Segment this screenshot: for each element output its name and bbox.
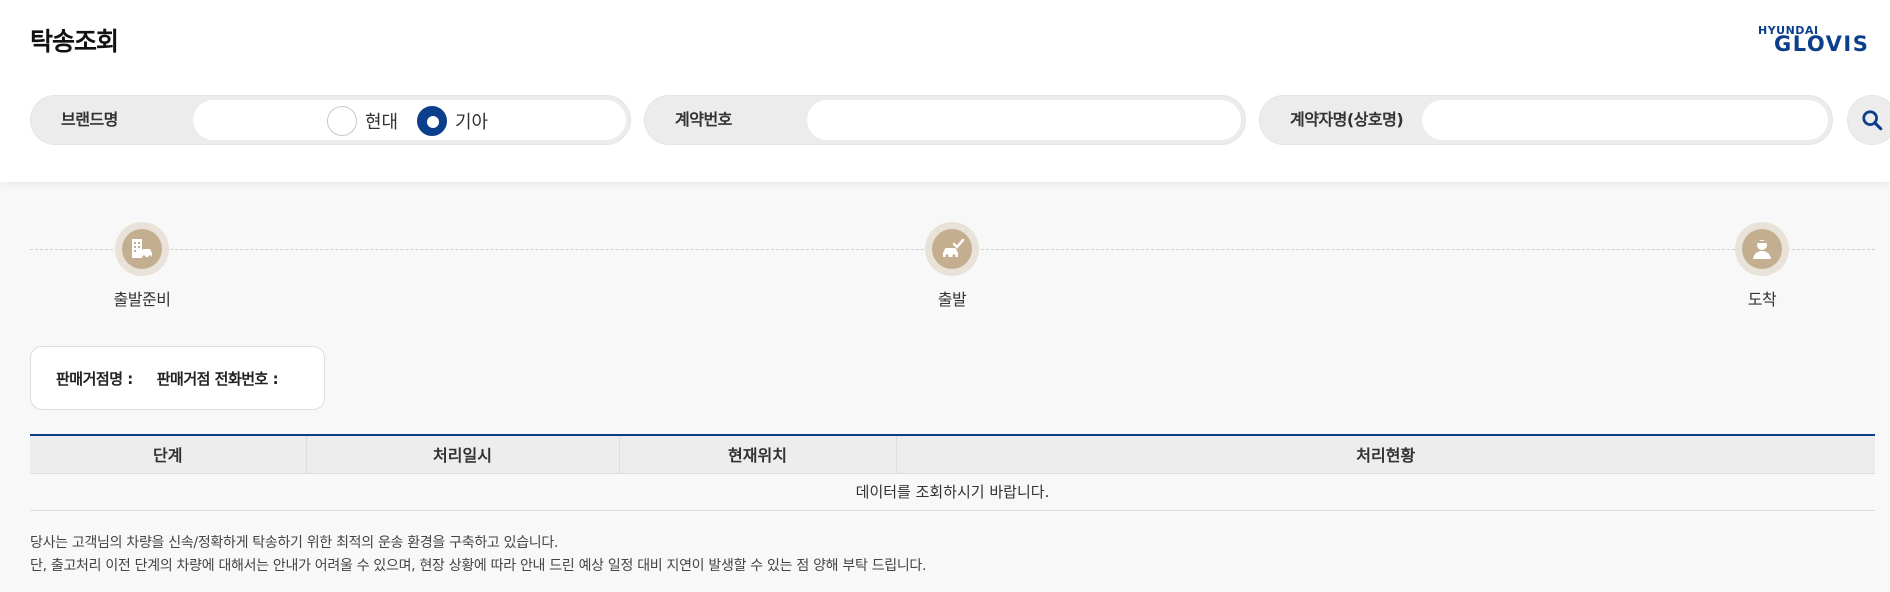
column-header-datetime: 처리일시 xyxy=(305,435,619,474)
search-button[interactable] xyxy=(1847,95,1890,145)
dealer-phone-label: 판매거점 전화번호 : xyxy=(156,369,279,388)
person-icon xyxy=(1735,222,1789,276)
step-ready: 출발준비 xyxy=(72,222,212,310)
step-label: 도착 xyxy=(1747,290,1777,309)
header-panel: 탁송조회 HYUNDAI GLOVIS 브랜드명 현대 기아 계약번호 계약자명… xyxy=(0,0,1890,182)
step-depart: 출발 xyxy=(882,222,1022,310)
radio-kia[interactable]: 기아 xyxy=(417,106,489,136)
step-arrive: 도착 xyxy=(1692,222,1832,310)
radio-circle-icon xyxy=(327,106,357,136)
contractor-name-input[interactable] xyxy=(1422,100,1828,140)
notice-text: 당사는 고객님의 차량을 신속/정확하게 탁송하기 위한 최적의 운송 환경을 … xyxy=(30,532,926,578)
radio-hyundai[interactable]: 현대 xyxy=(327,106,399,136)
logo-bottom-text: GLOVIS xyxy=(1774,32,1870,56)
radio-kia-label: 기아 xyxy=(455,112,489,133)
search-bar: 브랜드명 현대 기아 계약번호 계약자명(상호명) xyxy=(30,95,1890,145)
column-header-stage: 단계 xyxy=(30,435,306,474)
contractor-label: 계약자명(상호명) xyxy=(1290,110,1404,129)
contract-label: 계약번호 xyxy=(675,110,732,129)
radio-selected-icon xyxy=(417,106,447,136)
column-header-status: 처리현황 xyxy=(895,435,1875,474)
radio-hyundai-label: 현대 xyxy=(365,112,399,133)
brand-label: 브랜드명 xyxy=(61,110,118,129)
notice-line: 당사는 고객님의 차량을 신속/정확하게 탁송하기 위한 최적의 운송 환경을 … xyxy=(30,535,559,551)
car-check-icon xyxy=(925,222,979,276)
hyundai-glovis-logo: HYUNDAI GLOVIS xyxy=(1756,24,1874,56)
progress-steps: 출발준비 출발 도착 xyxy=(30,222,1875,312)
notice-line: 단, 출고처리 이전 단계의 차량에 대해서는 안내가 어려울 수 있으며, 현… xyxy=(30,558,927,574)
contract-number-input[interactable] xyxy=(807,100,1241,140)
table-header-row: 단계 처리일시 현재위치 처리현황 xyxy=(30,435,1875,474)
empty-message: 데이터를 조회하시기 바랍니다. xyxy=(30,473,1875,511)
table-row: 데이터를 조회하시기 바랍니다. xyxy=(30,473,1875,511)
status-table: 단계 처리일시 현재위치 처리현황 데이터를 조회하시기 바랍니다. xyxy=(30,434,1875,511)
column-header-location: 현재위치 xyxy=(618,435,896,474)
building-car-icon xyxy=(115,222,169,276)
search-icon xyxy=(1862,110,1883,131)
step-label: 출발 xyxy=(937,290,967,309)
contract-filter: 계약번호 xyxy=(644,95,1246,145)
page-title: 탁송조회 xyxy=(30,27,119,56)
brand-radio-group: 현대 기아 xyxy=(193,100,626,140)
dealer-info-box: 판매거점명 : 판매거점 전화번호 : xyxy=(30,346,325,410)
contractor-filter: 계약자명(상호명) xyxy=(1259,95,1833,145)
dealer-name-label: 판매거점명 : xyxy=(56,369,133,388)
step-label: 출발준비 xyxy=(113,290,171,309)
brand-filter: 브랜드명 현대 기아 xyxy=(30,95,631,145)
